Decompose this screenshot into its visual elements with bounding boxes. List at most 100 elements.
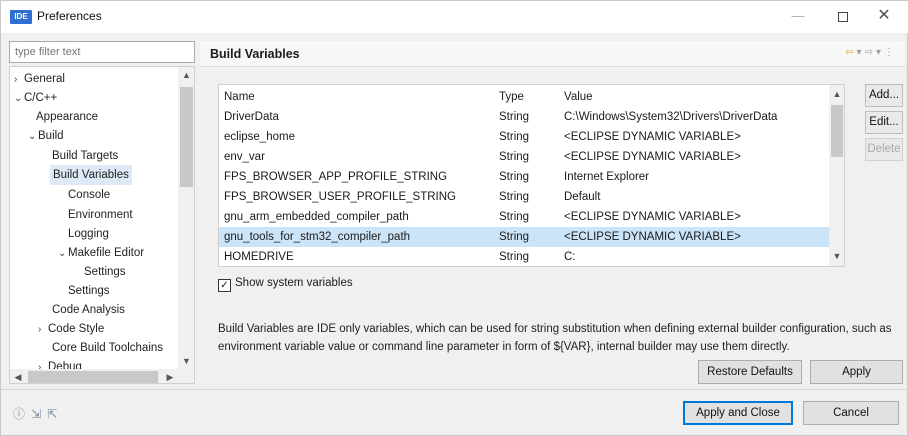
scroll-down-icon[interactable]: ▼ [829,247,844,265]
chevron-right-icon[interactable]: › [38,358,48,369]
tree-item-general[interactable]: › General [14,69,65,89]
tree-item-cpp[interactable]: ⌄ C/C++ [14,88,57,108]
page-nav: ⇦▾⇨▾⋮ [845,47,897,58]
tree-item-makefile-settings[interactable]: Settings [84,262,126,282]
tree-label: Build Targets [52,150,119,162]
tree-item-build-targets[interactable]: Build Targets [52,146,118,166]
variable-type: String [499,151,530,163]
preferences-window: IDE Preferences — ✕ ›General ⌄C/C++ Appe… [0,0,908,436]
tree-item-code-style[interactable]: › Code Style [38,319,104,339]
chevron-down-icon[interactable]: ⌄ [28,127,38,147]
forward-icon[interactable]: ⇨ [865,47,876,58]
apply-button[interactable]: Apply [810,360,903,384]
view-menu-icon[interactable]: ⋮ [884,47,897,58]
back-icon[interactable]: ⇦ [845,47,856,58]
scroll-thumb[interactable] [180,87,193,187]
import-icon[interactable]: ⇲ [31,407,47,421]
variable-type: String [499,171,530,183]
tree-item-build-variables[interactable]: Build Variables [50,165,132,185]
table-row[interactable]: env_var String <ECLIPSE DYNAMIC VARIABLE… [219,147,829,167]
table-row[interactable]: gnu_arm_embedded_compiler_path String <E… [219,207,829,227]
restore-defaults-button[interactable]: Restore Defaults [698,360,802,384]
tree-item-debug[interactable]: › Debug [38,357,82,369]
variable-name: DriverData [224,111,279,123]
variable-value: <ECLIPSE DYNAMIC VARIABLE> [564,211,741,223]
chevron-down-icon[interactable]: ⌄ [14,89,24,109]
add-button[interactable]: Add... [865,84,903,107]
close-button[interactable]: ✕ [867,5,901,27]
preferences-tree[interactable]: › General ⌄ C/C++ Appearance ⌄ Build Build … [9,66,195,384]
delete-button[interactable]: Delete [865,138,903,161]
scroll-up-icon[interactable]: ▲ [178,67,194,83]
variable-name: eclipse_home [224,131,295,143]
table-row[interactable]: FPS_BROWSER_APP_PROFILE_STRING String In… [219,167,829,187]
export-icon[interactable]: ⇱ [47,407,63,421]
variable-type: String [499,231,530,243]
column-header-value[interactable]: Value [564,87,593,107]
back-menu-icon[interactable]: ▾ [857,47,865,58]
edit-button[interactable]: Edit... [865,111,903,134]
column-header-type[interactable]: Type [499,87,524,107]
tree-label: Core Build Toolchains [52,342,164,354]
tree-item-build[interactable]: ⌄ Build [28,126,64,146]
tree-item-environment[interactable]: Environment [68,205,133,225]
scroll-left-icon[interactable]: ◀ [10,369,26,383]
tree-vertical-scrollbar[interactable]: ▲ ▼ [178,67,194,369]
chevron-right-icon[interactable]: › [14,70,24,90]
variable-name: gnu_arm_embedded_compiler_path [224,211,409,223]
help-icon[interactable]: ⓘ [13,407,31,421]
tree-horizontal-scrollbar[interactable]: ◀ ▶ [10,369,194,383]
variable-type: String [499,111,530,123]
tree-item-makefile-editor[interactable]: ⌄ Makefile Editor [58,243,144,263]
column-header-name[interactable]: Name [224,87,255,107]
tree-item-logging[interactable]: Logging [68,224,109,244]
page-title: Build Variables [210,47,300,61]
apply-and-close-button[interactable]: Apply and Close [683,401,793,425]
variable-value: Internet Explorer [564,171,650,183]
scroll-up-icon[interactable]: ▲ [829,85,844,103]
cancel-button[interactable]: Cancel [803,401,899,425]
tree-label: General [24,73,65,85]
tree-label: Debug [48,361,82,369]
tree-label: Logging [68,228,109,240]
tree-label: Console [68,189,111,201]
table-row-selected[interactable]: gnu_tools_for_stm32_compiler_path String… [219,227,829,247]
ide-logo-icon: IDE [10,10,32,24]
tree-item-build-settings[interactable]: Settings [68,281,110,301]
variable-value: Default [564,191,601,203]
tree-item-code-analysis[interactable]: Code Analysis [52,300,125,320]
table-header: Name Type Value [219,87,829,107]
tree-label: Build Variables [53,169,129,181]
tree-item-core-build-toolchains[interactable]: Core Build Toolchains [52,338,163,358]
minimize-button[interactable]: — [781,5,815,27]
tree-label: Settings [84,266,126,278]
table-row[interactable]: HOMEDRIVE String C: [219,247,829,266]
forward-menu-icon[interactable]: ▾ [876,47,884,58]
scroll-thumb[interactable] [28,371,158,383]
table-row[interactable]: DriverData String C:\Windows\System32\Dr… [219,107,829,127]
build-variables-page: Build Variables ⇦▾⇨▾⋮ Name Type Value Dr… [200,41,905,388]
show-system-variables-label: Show system variables [235,277,353,289]
tree-label: Settings [68,285,110,297]
scroll-thumb[interactable] [831,105,843,157]
variable-value: <ECLIPSE DYNAMIC VARIABLE> [564,231,741,243]
scroll-down-icon[interactable]: ▼ [178,353,194,369]
show-system-variables-checkbox[interactable]: ✓ [218,279,231,292]
table-row[interactable]: FPS_BROWSER_USER_PROFILE_STRING String D… [219,187,829,207]
chevron-right-icon[interactable]: › [38,320,48,340]
show-system-variables-option[interactable]: ✓ Show system variables [218,274,353,292]
tree-label: Code Analysis [52,304,125,316]
chevron-down-icon[interactable]: ⌄ [58,244,68,264]
tree-item-appearance[interactable]: Appearance [36,107,98,127]
filter-input[interactable] [9,41,195,63]
table-row[interactable]: eclipse_home String <ECLIPSE DYNAMIC VAR… [219,127,829,147]
scroll-right-icon[interactable]: ▶ [162,369,178,383]
title-bar: IDE Preferences — ✕ [1,1,908,33]
build-variables-table[interactable]: Name Type Value DriverData String C:\Win… [218,84,845,267]
maximize-button[interactable] [826,5,860,27]
tree-label: Appearance [36,111,99,123]
table-vertical-scrollbar[interactable]: ▲ ▼ [829,85,844,266]
tree-item-console[interactable]: Console [68,185,110,205]
tree-label: Environment [68,209,133,221]
variable-name: FPS_BROWSER_APP_PROFILE_STRING [224,171,448,183]
